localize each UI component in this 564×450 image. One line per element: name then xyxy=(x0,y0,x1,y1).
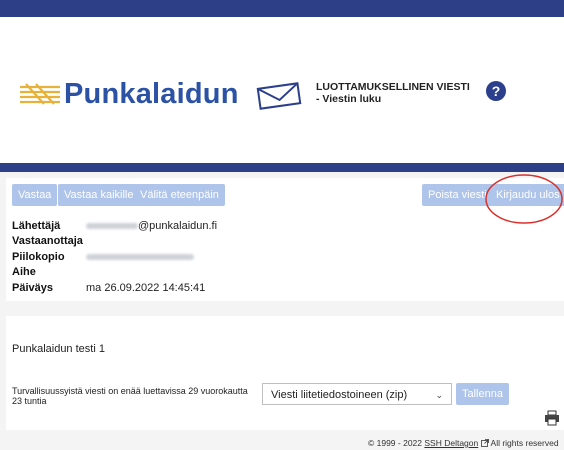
recipient-label: Vastaanottaja xyxy=(12,235,83,247)
download-format-select[interactable]: Viesti liitetiedostoineen (zip) ⌄ xyxy=(262,383,452,405)
confidential-message-title: LUOTTAMUKSELLINEN VIESTI - Viestin luku xyxy=(316,81,470,105)
envelope-icon xyxy=(256,82,302,110)
external-link-icon xyxy=(480,439,489,447)
logo-text: Punkalaidun xyxy=(64,77,239,110)
subject-label: Aihe xyxy=(12,266,36,278)
vendor-link[interactable]: SSH Deltagon xyxy=(424,438,478,448)
footer: © 1999 - 2022 SSH Deltagon All rights re… xyxy=(368,438,559,448)
bcc-value xyxy=(86,251,194,264)
save-button[interactable]: Tallenna xyxy=(456,383,509,405)
logout-button[interactable]: Kirjaudu ulos xyxy=(490,184,564,206)
chevron-down-icon: ⌄ xyxy=(435,390,443,400)
message-body-panel xyxy=(6,316,564,430)
rights-text: All rights reserved xyxy=(490,438,559,448)
redacted-text xyxy=(86,254,194,261)
reply-all-button[interactable]: Vastaa kaikille xyxy=(58,184,140,206)
separator-bar xyxy=(0,163,564,172)
sender-domain: @punkalaidun.fi xyxy=(138,220,218,232)
reply-button[interactable]: Vastaa xyxy=(12,184,58,206)
punkalaidun-logo: Punkalaidun xyxy=(18,78,239,110)
bcc-label: Piilokopio xyxy=(12,251,65,263)
delete-message-button[interactable]: Poista viesti xyxy=(422,184,493,206)
retention-notice: Turvallisuussyistä viesti on enää luetta… xyxy=(12,386,248,406)
help-icon[interactable]: ? xyxy=(486,81,506,101)
logo-mark-icon xyxy=(20,83,60,105)
redacted-text xyxy=(86,223,138,230)
printer-icon[interactable] xyxy=(544,410,560,426)
copyright-text: © 1999 - 2022 xyxy=(368,438,422,448)
confidential-title-line2: - Viestin luku xyxy=(316,93,382,105)
sender-label: Lähettäjä xyxy=(12,220,61,232)
date-value: ma 26.09.2022 14:45:41 xyxy=(86,282,206,294)
download-format-value: Viesti liitetiedostoineen (zip) xyxy=(271,389,408,401)
date-label: Päiväys xyxy=(12,282,53,294)
forward-button[interactable]: Välitä eteenpäin xyxy=(134,184,225,206)
top-bar xyxy=(0,0,564,17)
message-body-text: Punkalaidun testi 1 xyxy=(12,343,105,355)
sender-value: @punkalaidun.fi xyxy=(86,220,217,233)
confidential-title-line1: LUOTTAMUKSELLINEN VIESTI xyxy=(316,81,470,93)
